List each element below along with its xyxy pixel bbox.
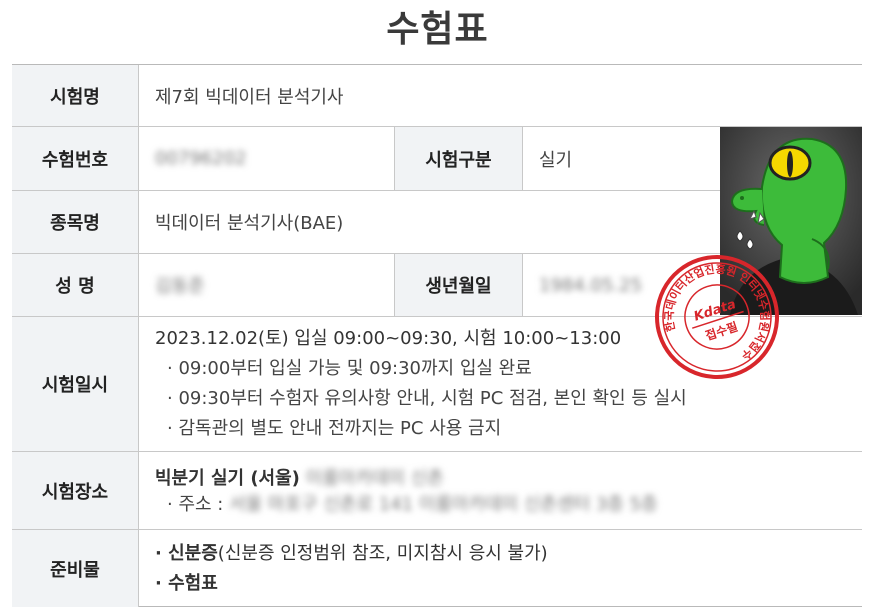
prep-value: · 신분증(신분증 인정범위 참조, 미지참시 응시 불가) · 수험표 (139, 530, 862, 607)
birth-value: 1984.05.25 (539, 274, 643, 296)
exam-type-label: 시험구분 (395, 127, 523, 191)
prep-label: 준비물 (12, 530, 139, 607)
official-seal-stamp: 한국데이터산업진흥원 인터넷수험원서접수 Kdata 접수필 (647, 248, 784, 384)
location-center-blurred: 이룸아카데미 신촌 (305, 467, 444, 489)
schedule-label: 시험일시 (12, 317, 139, 452)
birth-label: 생년월일 (395, 254, 523, 317)
location-label: 시험장소 (12, 452, 139, 530)
schedule-note-2: · 09:30부터 수험자 유의사항 안내, 시험 PC 점검, 본인 확인 등… (167, 388, 687, 409)
name-cell: 김동준 (139, 254, 395, 317)
prep-item-1-bold: · 신분증 (155, 542, 218, 564)
seal-icon: 한국데이터산업진흥원 인터넷수험원서접수 Kdata 접수필 (647, 248, 784, 384)
schedule-main: 2023.12.02(토) 입실 09:00~09:30, 시험 10:00~1… (155, 328, 622, 349)
schedule-note-1: · 09:00부터 입실 가능 및 09:30까지 입실 완료 (167, 358, 532, 379)
exam-type-value: 실기 (523, 127, 720, 191)
address-blurred: 서울 마포구 신촌로 141 이룸아카데미 신촌센터 3층 5층 (229, 493, 658, 515)
prep-item-1-note: (신분증 인정범위 참조, 미지참시 응시 불가) (217, 542, 548, 564)
schedule-note-3: · 감독관의 별도 안내 전까지는 PC 사용 금지 (167, 418, 502, 439)
address-label: · 주소 : (167, 493, 224, 515)
subject-value: 빅데이터 분석기사(BAE) (139, 191, 720, 254)
exam-name-label: 시험명 (12, 65, 139, 127)
subject-label: 종목명 (12, 191, 139, 254)
prep-item-2: · 수험표 (155, 572, 218, 594)
exam-name-value: 제7회 빅데이터 분석기사 (139, 65, 862, 127)
name-value: 김동준 (155, 276, 205, 297)
name-label: 성 명 (12, 254, 139, 317)
location-value: 빅분기 실기 (서울) 이룸아카데미 신촌 · 주소 : 서울 마포구 신촌로 … (139, 452, 862, 530)
page-title: 수험표 (386, 9, 489, 50)
exam-number-label: 수험번호 (12, 127, 139, 191)
location-main: 빅분기 실기 (서울) (155, 467, 300, 489)
exam-number-value: 00796202 (155, 148, 247, 169)
exam-number-cell: 00796202 (139, 127, 395, 191)
